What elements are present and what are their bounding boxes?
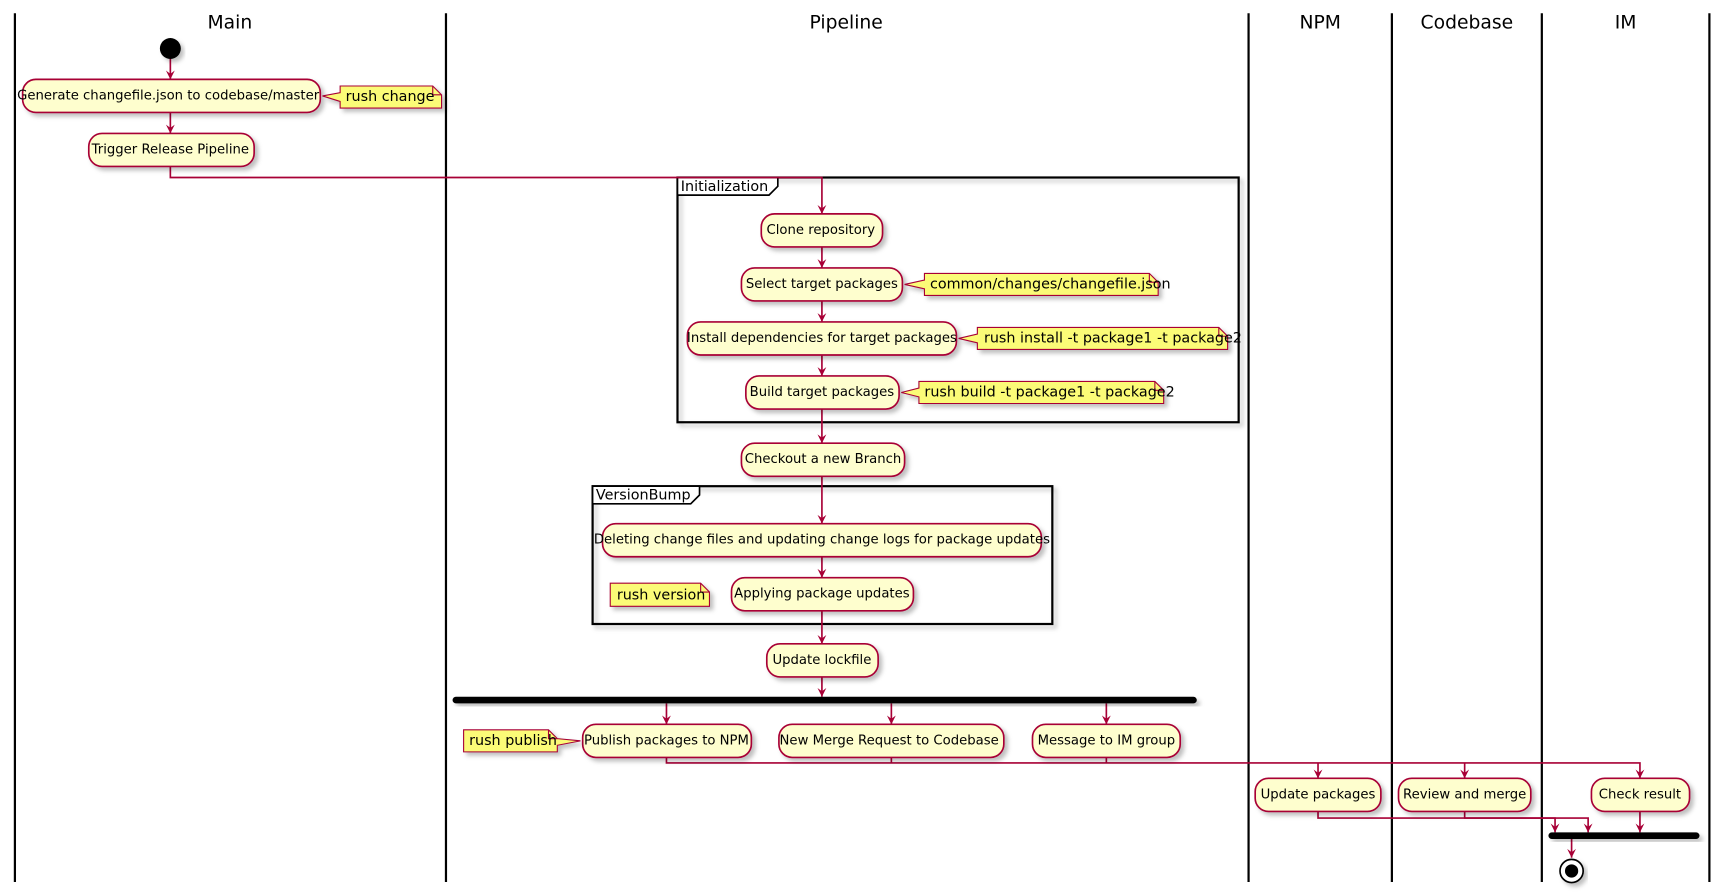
activity-select-target-packages: Select target packages <box>740 267 904 302</box>
note-text: rush version <box>617 587 706 603</box>
activity-update-packages: Update packages <box>1254 777 1382 813</box>
activity-message-im-group: Message to IM group <box>1031 723 1182 759</box>
svg-text:Trigger Release Pipeline: Trigger Release Pipeline <box>91 142 249 157</box>
svg-text:Install dependencies for targe: Install dependencies for target packages <box>687 331 957 346</box>
svg-text:Message to IM group: Message to IM group <box>1038 733 1176 748</box>
activity-clone-repository: Clone repository <box>760 213 884 248</box>
activity-diagram: Main Pipeline NPM Codebase IM Initializa… <box>13 13 1711 884</box>
svg-text:Select target packages: Select target packages <box>746 277 898 292</box>
edge <box>1463 811 1589 833</box>
start-node <box>159 38 181 59</box>
lane-title-pipeline: Pipeline <box>810 13 883 34</box>
activity-build-target-packages: Build target packages <box>745 375 900 410</box>
activity-applying-package-updates: Applying package updates <box>730 576 915 612</box>
activity-check-result: Check result <box>1590 777 1691 813</box>
svg-text:Checkout a new Branch: Checkout a new Branch <box>745 452 902 467</box>
svg-text:Deleting change files and upda: Deleting change files and updating chang… <box>594 533 1050 548</box>
svg-text:Review and merge: Review and merge <box>1403 787 1526 802</box>
fork-bar <box>452 696 1197 704</box>
frame-title-initialization: Initialization <box>681 179 768 195</box>
note-text: rush build -t package1 -t package2 <box>924 384 1174 400</box>
activity-generate-changefile: Generate changefile.json to codebase/mas… <box>17 78 322 114</box>
lane-title-main: Main <box>208 13 253 34</box>
svg-text:Clone repository: Clone repository <box>767 223 876 238</box>
lane-title-codebase: Codebase <box>1421 13 1514 34</box>
svg-text:Generate changefile.json to co: Generate changefile.json to codebase/mas… <box>17 88 320 103</box>
svg-text:Applying package updates: Applying package updates <box>734 587 910 602</box>
frame-title-versionbump: VersionBump <box>596 488 691 504</box>
svg-text:Build target packages: Build target packages <box>750 385 895 400</box>
activity-update-lockfile: Update lockfile <box>765 643 879 678</box>
note-text: rush publish <box>469 733 557 749</box>
activity-trigger-release-pipeline: Trigger Release Pipeline <box>87 132 255 168</box>
svg-text:Update lockfile: Update lockfile <box>772 653 871 668</box>
svg-text:New Merge Request to Codebase: New Merge Request to Codebase <box>780 733 999 748</box>
note-text: common/changes/changefile.json <box>930 276 1171 292</box>
activity-new-merge-request: New Merge Request to Codebase <box>778 723 1005 759</box>
lane-title-im: IM <box>1615 13 1637 34</box>
activity-install-dependencies: Install dependencies for target packages <box>686 321 958 356</box>
svg-text:Update packages: Update packages <box>1261 787 1376 802</box>
svg-text:Publish packages to NPM: Publish packages to NPM <box>584 733 749 748</box>
edge <box>1317 811 1556 833</box>
activity-checkout-branch: Checkout a new Branch <box>740 442 906 478</box>
activity-review-and-merge: Review and merge <box>1397 777 1532 813</box>
activity-deleting-change-files: Deleting change files and updating chang… <box>594 522 1050 558</box>
note-text: rush change <box>346 89 435 105</box>
activity-publish-packages: Publish packages to NPM <box>581 723 753 759</box>
svg-text:Check result: Check result <box>1599 787 1681 802</box>
edge <box>665 757 1641 779</box>
note-text: rush install -t package1 -t package2 <box>984 330 1242 346</box>
end-node <box>1559 858 1584 884</box>
join-bar <box>1548 832 1700 839</box>
lane-title-npm: NPM <box>1299 13 1340 34</box>
